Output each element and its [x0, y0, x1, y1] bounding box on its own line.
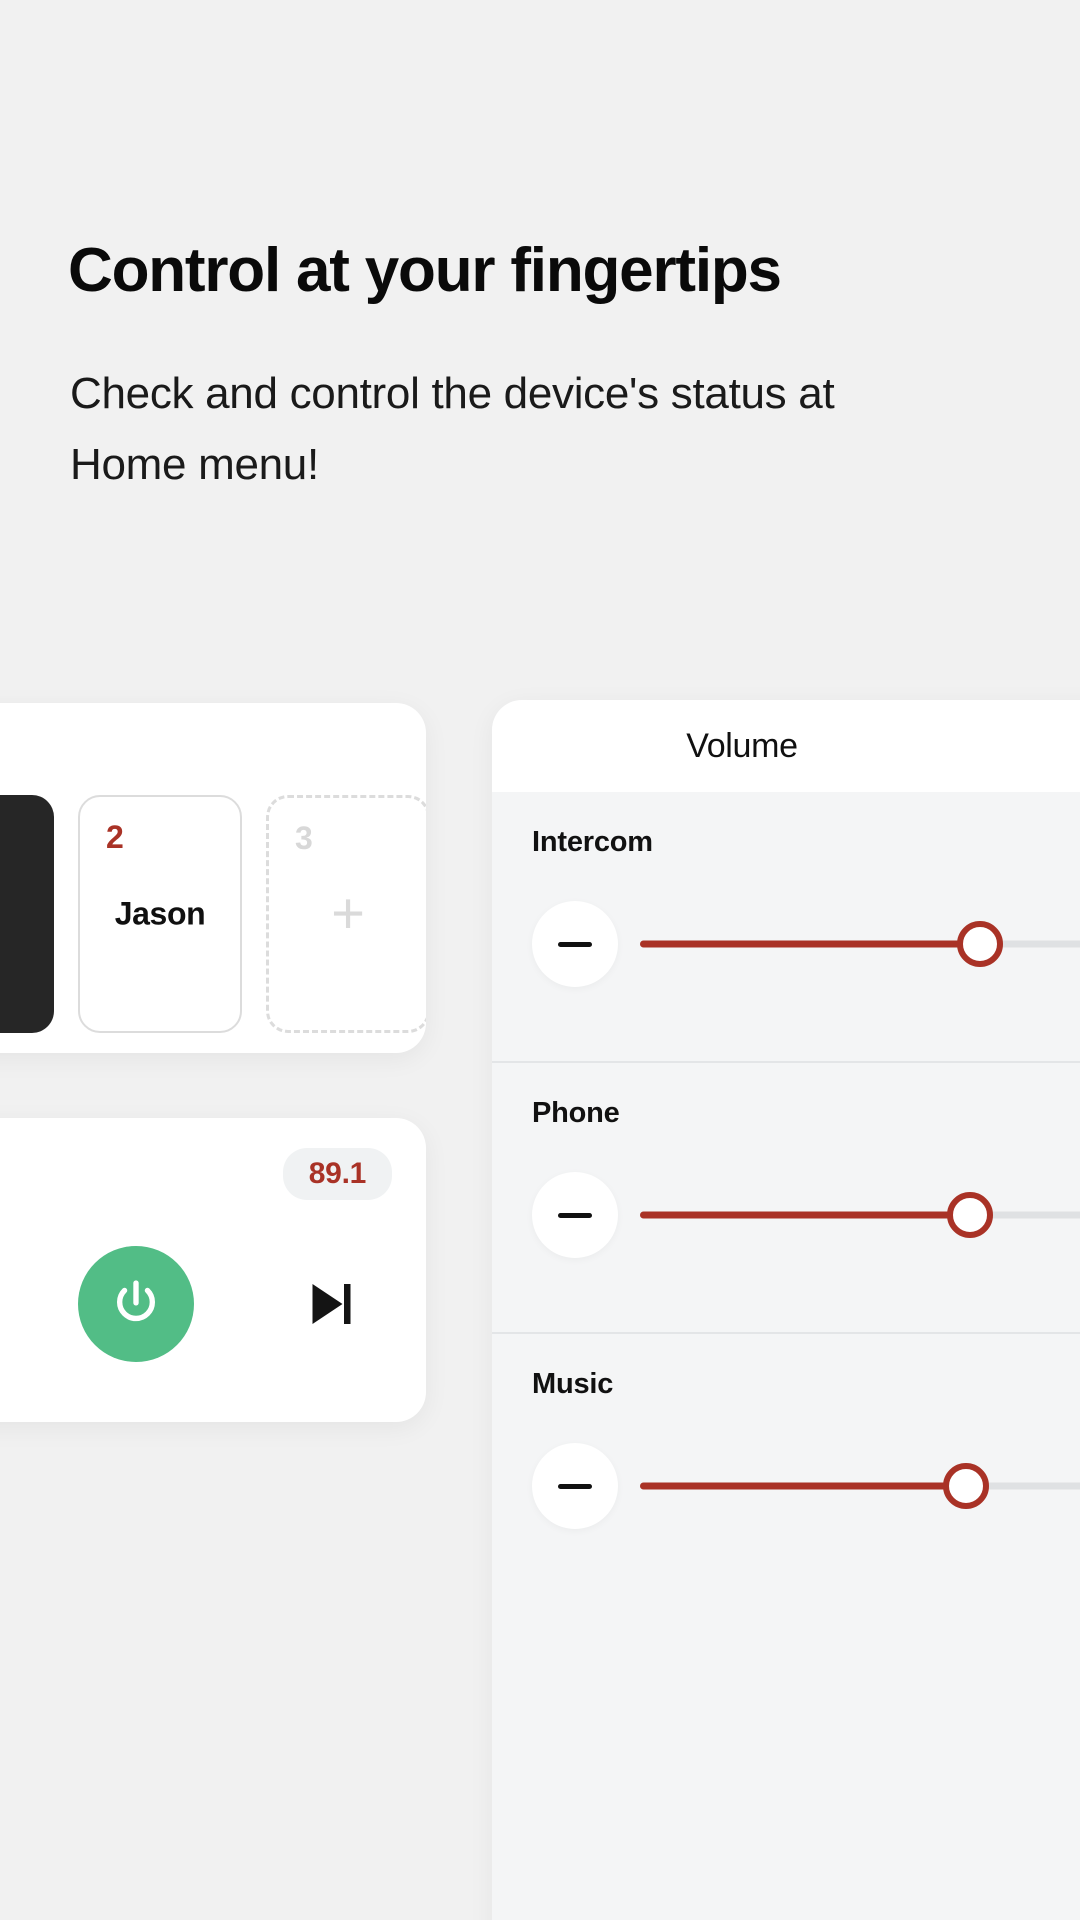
bluetooth-card: oth 1 2 Jason 3 +	[0, 703, 426, 1053]
slider-track[interactable]	[640, 901, 1080, 987]
volume-row-intercom: Intercom	[492, 792, 1080, 1031]
volume-slider-music[interactable]	[532, 1443, 1080, 1573]
minus-icon	[558, 1212, 592, 1218]
minus-icon	[558, 941, 592, 947]
page-subtitle: Check and control the device's status at…	[70, 369, 835, 490]
volume-panel: Volume Intercom Phone Music	[492, 700, 1080, 1920]
volume-decrease-button[interactable]	[532, 901, 618, 987]
bluetooth-slot-list: 1 2 Jason 3 +	[0, 795, 426, 1033]
bluetooth-slot-1[interactable]: 1	[0, 795, 54, 1033]
volume-row-label: Music	[532, 1368, 614, 1400]
bluetooth-slot-3-add[interactable]: 3 +	[266, 795, 426, 1033]
volume-panel-title: Volume	[686, 726, 798, 765]
slot-number: 3	[295, 820, 313, 856]
radio-frequency-badge: 89.1	[282, 1148, 392, 1200]
slider-track[interactable]	[640, 1172, 1080, 1258]
slot-device-name: Jason	[114, 895, 206, 932]
volume-slider-phone[interactable]	[532, 1172, 1080, 1302]
volume-slider-intercom[interactable]	[532, 901, 1080, 1031]
slider-thumb[interactable]	[956, 921, 1003, 967]
page-title: Control at your fingertips	[68, 236, 782, 305]
volume-row-label: Intercom	[532, 826, 653, 858]
power-button[interactable]	[78, 1246, 194, 1362]
slider-track[interactable]	[640, 1443, 1080, 1529]
plus-icon: +	[331, 881, 365, 946]
slider-track-fill	[640, 1482, 966, 1490]
volume-row-music: Music	[492, 1332, 1080, 1573]
promo-screenshot: Control at your fingertips Check and con…	[0, 0, 1080, 1920]
media-controls	[0, 1246, 426, 1362]
minus-icon	[558, 1483, 592, 1489]
volume-decrease-button[interactable]	[532, 1443, 618, 1529]
slider-thumb[interactable]	[942, 1463, 989, 1509]
skip-next-button[interactable]	[298, 1272, 362, 1336]
bluetooth-slot-2[interactable]: 2 Jason	[78, 795, 242, 1033]
volume-row-phone: Phone	[492, 1061, 1080, 1302]
slider-track-fill	[640, 940, 980, 948]
slider-thumb[interactable]	[947, 1192, 994, 1238]
media-player-card: 89.1	[0, 1118, 426, 1422]
power-icon	[116, 1280, 156, 1322]
slider-track-fill	[640, 1211, 971, 1219]
volume-panel-header: Volume	[492, 700, 1080, 792]
volume-row-label: Phone	[532, 1097, 620, 1129]
skip-next-icon	[312, 1284, 351, 1324]
volume-decrease-button[interactable]	[532, 1172, 618, 1258]
slot-number: 2	[106, 819, 124, 855]
